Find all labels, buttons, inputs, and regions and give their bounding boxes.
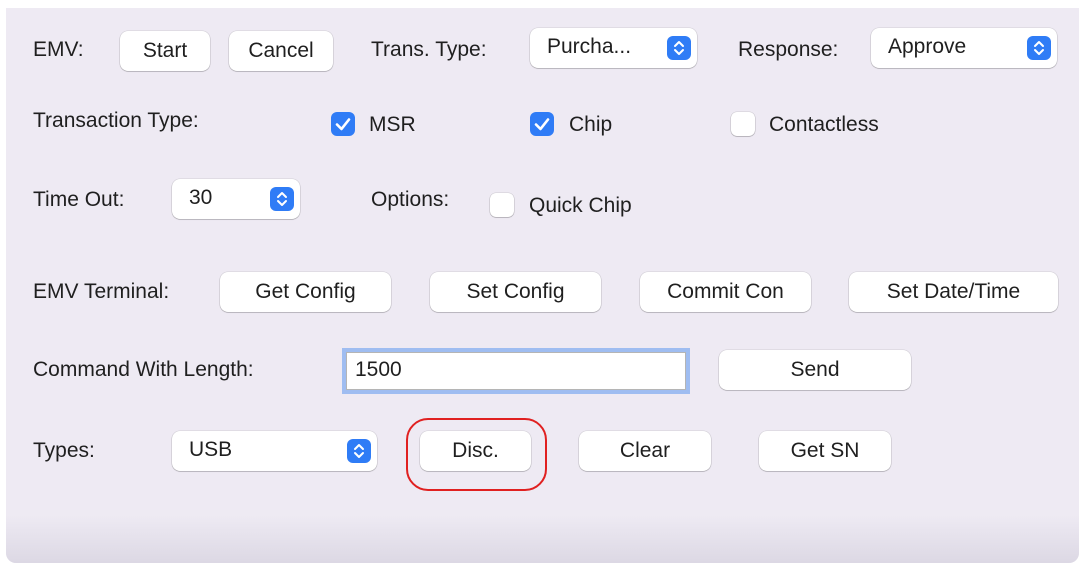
command-length-label: Command With Length:	[33, 358, 254, 381]
options-label: Options:	[371, 188, 450, 211]
chevron-updown-icon	[667, 36, 691, 60]
chevron-updown-icon	[347, 439, 371, 463]
quick-chip-checkbox[interactable]	[490, 193, 514, 217]
timeout-value: 30	[189, 186, 213, 209]
msr-checkbox[interactable]	[331, 112, 355, 136]
transaction-type-label: Transaction Type:	[33, 109, 199, 132]
set-datetime-button[interactable]: Set Date/Time	[849, 272, 1058, 312]
panel-footer	[6, 515, 1079, 563]
types-select[interactable]: USB	[172, 431, 377, 471]
response-label: Response:	[738, 38, 839, 61]
chevron-updown-icon	[270, 187, 294, 211]
send-button[interactable]: Send	[719, 350, 911, 390]
timeout-select[interactable]: 30	[172, 179, 300, 219]
msr-label: MSR	[369, 113, 416, 136]
contactless-label: Contactless	[769, 113, 879, 136]
types-value: USB	[189, 438, 233, 461]
contactless-checkbox[interactable]	[731, 112, 755, 136]
get-sn-button[interactable]: Get SN	[759, 431, 891, 471]
trans-type-label: Trans. Type:	[371, 38, 487, 61]
checkmark-icon	[534, 118, 550, 131]
start-button[interactable]: Start	[120, 31, 210, 71]
emv-terminal-label: EMV Terminal:	[33, 280, 170, 303]
command-length-input[interactable]: 1500	[342, 348, 690, 394]
clear-button[interactable]: Clear	[579, 431, 711, 471]
chip-checkbox[interactable]	[530, 112, 554, 136]
trans-type-select[interactable]: Purcha...	[530, 28, 697, 68]
chip-label: Chip	[569, 113, 613, 136]
get-config-button[interactable]: Get Config	[220, 272, 391, 312]
timeout-label: Time Out:	[33, 188, 125, 211]
highlight-annotation	[406, 418, 547, 491]
emv-label: EMV:	[33, 38, 84, 61]
chevron-updown-icon	[1027, 36, 1051, 60]
commit-config-button[interactable]: Commit Con	[640, 272, 811, 312]
trans-type-value: Purcha...	[547, 35, 632, 58]
cancel-button[interactable]: Cancel	[229, 31, 333, 71]
checkmark-icon	[335, 118, 351, 131]
types-label: Types:	[33, 439, 95, 462]
set-config-button[interactable]: Set Config	[430, 272, 601, 312]
quick-chip-label: Quick Chip	[529, 194, 632, 217]
response-select[interactable]: Approve	[871, 28, 1057, 68]
response-value: Approve	[888, 35, 967, 58]
